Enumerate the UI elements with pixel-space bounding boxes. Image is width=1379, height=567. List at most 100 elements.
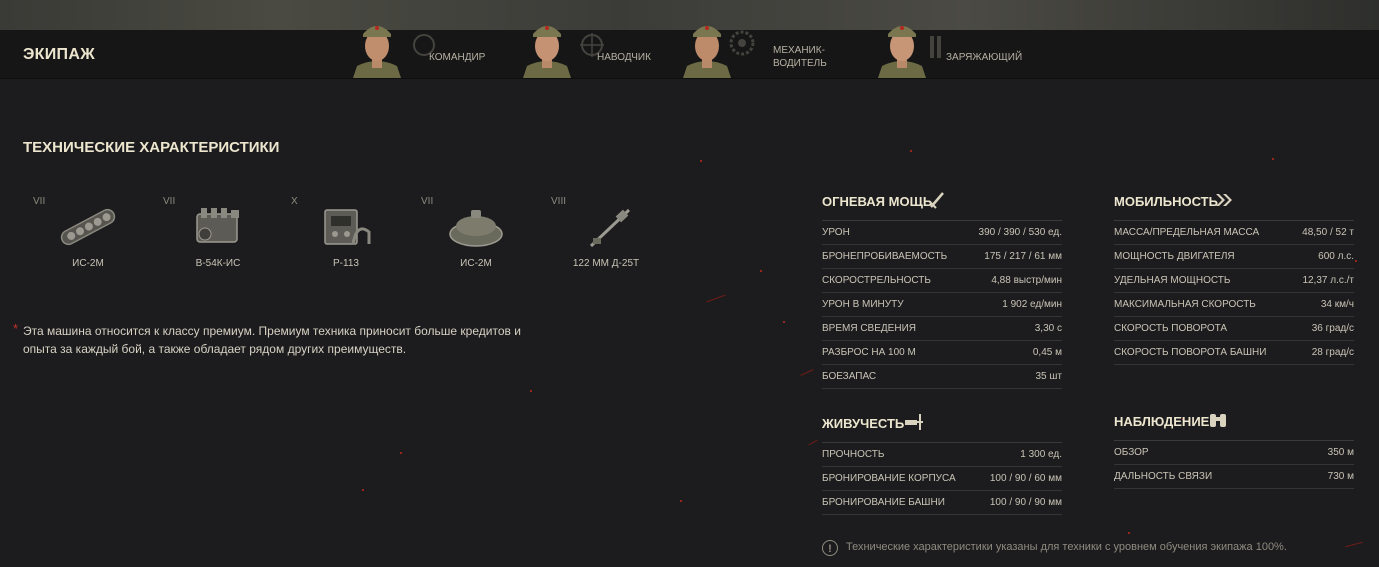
stat-value: 28 град/с xyxy=(1311,347,1354,358)
stat-row: ПРОЧНОСТЬ 1 300 ед. xyxy=(822,443,1062,467)
mobility-header: МОБИЛЬНОСТЬ xyxy=(1114,194,1354,221)
module-tier: VII xyxy=(33,196,46,207)
commander-portrait xyxy=(353,26,401,78)
stat-value: 12,37 л.с./т xyxy=(1302,275,1354,286)
module-tier: VII xyxy=(163,196,176,207)
driver-role-icon xyxy=(729,30,755,56)
stat-label: БОЕЗАПАС xyxy=(822,371,877,382)
double-chevron-icon xyxy=(1216,194,1232,206)
crew-role-label: ЗАРЯЖАЮЩИЙ xyxy=(946,52,1023,63)
spotting-header: НАБЛЮДЕНИЕ xyxy=(1114,414,1354,441)
stat-label: СКОРОСТРЕЛЬНОСТЬ xyxy=(822,275,931,286)
crew-loader[interactable]: ЗАРЯЖАЮЩИЙ xyxy=(870,10,1030,78)
crew-gunner[interactable]: НАВОДЧИК xyxy=(515,10,665,78)
module-gun[interactable]: VIII 122 ММ Д-25Т xyxy=(551,196,661,276)
specs-title: ТЕХНИЧЕСКИЕ ХАРАКТЕРИСТИКИ xyxy=(23,139,280,156)
module-name: В-54К-ИС xyxy=(195,258,241,269)
stat-label: ПРОЧНОСТЬ xyxy=(822,449,885,460)
survivability-header: ЖИВУЧЕСТЬ xyxy=(822,414,1062,443)
module-name: ИС-2М xyxy=(460,258,492,269)
loader-role-icon xyxy=(930,36,941,58)
firepower-block: ОГНЕВАЯ МОЩЬ УРОН 390 / 390 / 530 ед. БРО… xyxy=(822,192,1062,389)
module-tier: VIII xyxy=(551,196,567,207)
premium-asterisk: * xyxy=(13,321,19,336)
turret-icon xyxy=(449,210,503,247)
stat-value: 34 км/ч xyxy=(1320,299,1354,310)
stat-value: 730 м xyxy=(1327,471,1354,482)
module-name: Р-113 xyxy=(333,258,359,269)
stat-label: МАССА/ПРЕДЕЛЬНАЯ МАССА xyxy=(1114,227,1260,238)
health-icon xyxy=(905,414,923,430)
stat-value: 1 300 ед. xyxy=(1020,449,1062,460)
stat-row: БРОНИРОВАНИЕ БАШНИ 100 / 90 / 90 мм xyxy=(822,491,1062,515)
stat-label: УДЕЛЬНАЯ МОЩНОСТЬ xyxy=(1114,275,1231,286)
stat-row: БОЕЗАПАС 35 шт xyxy=(822,365,1062,389)
stat-label: МОЩНОСТЬ ДВИГАТЕЛЯ xyxy=(1114,251,1235,262)
mobility-block: МОБИЛЬНОСТЬ МАССА/ПРЕДЕЛЬНАЯ МАССА 48,50 … xyxy=(1114,194,1354,365)
module-tracks[interactable]: VII ИС-2М xyxy=(33,196,143,276)
stat-value: 0,45 м xyxy=(1032,347,1062,358)
stat-label: БРОНЕПРОБИВАЕМОСТЬ xyxy=(822,251,948,262)
firepower-title: ОГНЕВАЯ МОЩЬ xyxy=(822,194,933,209)
crew-title: ЭКИПАЖ xyxy=(23,46,95,63)
stat-row: БРОНИРОВАНИЕ КОРПУСА 100 / 90 / 60 мм xyxy=(822,467,1062,491)
stat-value: 1 902 ед/мин xyxy=(1002,299,1062,310)
stat-row: ОБЗОР 350 м xyxy=(1114,441,1354,465)
stat-label: ОБЗОР xyxy=(1114,447,1149,458)
stat-label: БРОНИРОВАНИЕ БАШНИ xyxy=(822,497,945,508)
crew-role-label-line2: ВОДИТЕЛЬ xyxy=(773,58,827,69)
stat-row: МОЩНОСТЬ ДВИГАТЕЛЯ 600 л.с. xyxy=(1114,245,1354,269)
stat-value: 600 л.с. xyxy=(1318,251,1354,262)
binoculars-icon xyxy=(1210,414,1226,427)
tracks-icon xyxy=(60,208,116,246)
stat-row: РАЗБРОС НА 100 М 0,45 м xyxy=(822,341,1062,365)
stat-label: РАЗБРОС НА 100 М xyxy=(822,347,916,358)
stat-label: УРОН В МИНУТУ xyxy=(822,299,904,310)
stat-value: 350 м xyxy=(1327,447,1354,458)
stat-value: 36 град/с xyxy=(1311,323,1354,334)
module-engine[interactable]: VII В-54К-ИС xyxy=(163,196,273,276)
module-tier: X xyxy=(291,196,298,207)
module-tier: VII xyxy=(421,196,434,207)
gunner-portrait xyxy=(523,26,571,78)
stat-label: БРОНИРОВАНИЕ КОРПУСА xyxy=(822,473,956,484)
stat-label: СКОРОСТЬ ПОВОРОТА xyxy=(1114,323,1228,334)
stat-row: УРОН В МИНУТУ 1 902 ед/мин xyxy=(822,293,1062,317)
gun-icon xyxy=(589,208,631,248)
module-name: ИС-2М xyxy=(72,258,104,269)
loader-portrait xyxy=(878,26,926,78)
stat-value: 100 / 90 / 60 мм xyxy=(989,473,1062,484)
stat-row: БРОНЕПРОБИВАЕМОСТЬ 175 / 217 / 61 мм xyxy=(822,245,1062,269)
stat-row: СКОРОСТЬ ПОВОРОТА 36 град/с xyxy=(1114,317,1354,341)
crew-role-label: НАВОДЧИК xyxy=(597,52,651,63)
survivability-block: ЖИВУЧЕСТЬ ПРОЧНОСТЬ 1 300 ед. БРОНИРОВАНИ… xyxy=(822,414,1062,515)
stat-value: 100 / 90 / 90 мм xyxy=(989,497,1062,508)
crew-commander[interactable]: КОМАНДИР xyxy=(345,10,495,78)
crew-driver[interactable]: МЕХАНИК- ВОДИТЕЛЬ xyxy=(675,10,835,78)
stat-label: МАКСИМАЛЬНАЯ СКОРОСТЬ xyxy=(1114,299,1256,310)
module-turret[interactable]: VII ИС-2М xyxy=(421,196,531,276)
radio-icon xyxy=(324,209,371,245)
stat-row: МАССА/ПРЕДЕЛЬНАЯ МАССА 48,50 / 52 т xyxy=(1114,221,1354,245)
crew-role-label-line1: МЕХАНИК- xyxy=(773,45,825,56)
stat-value: 35 шт xyxy=(1035,371,1062,382)
premium-note: Эта машина относится к классу премиум. П… xyxy=(23,324,521,356)
stat-label: УРОН xyxy=(822,227,850,238)
survivability-title: ЖИВУЧЕСТЬ xyxy=(822,416,905,431)
info-icon: ! xyxy=(822,540,838,556)
spotting-block: НАБЛЮДЕНИЕ ОБЗОР 350 м ДАЛЬНОСТЬ СВЯЗИ 730… xyxy=(1114,414,1354,489)
module-name: 122 ММ Д-25Т xyxy=(572,258,640,269)
footer-note: Технические характеристики указаны для т… xyxy=(846,541,1287,553)
stat-row: СКОРОСТЬ ПОВОРОТА БАШНИ 28 град/с xyxy=(1114,341,1354,365)
stat-value: 48,50 / 52 т xyxy=(1302,227,1354,238)
stat-row: ВРЕМЯ СВЕДЕНИЯ 3,30 с xyxy=(822,317,1062,341)
module-radio[interactable]: X Р-113 xyxy=(291,196,401,276)
mobility-title: МОБИЛЬНОСТЬ xyxy=(1114,194,1218,209)
sword-icon xyxy=(929,192,944,209)
stat-value: 4,88 выстр/мин xyxy=(991,275,1062,286)
crew-role-label: КОМАНДИР xyxy=(429,52,486,63)
stat-row: УДЕЛЬНАЯ МОЩНОСТЬ 12,37 л.с./т xyxy=(1114,269,1354,293)
stat-row: УРОН 390 / 390 / 530 ед. xyxy=(822,221,1062,245)
spotting-title: НАБЛЮДЕНИЕ xyxy=(1114,414,1210,429)
stat-value: 3,30 с xyxy=(1034,323,1062,334)
